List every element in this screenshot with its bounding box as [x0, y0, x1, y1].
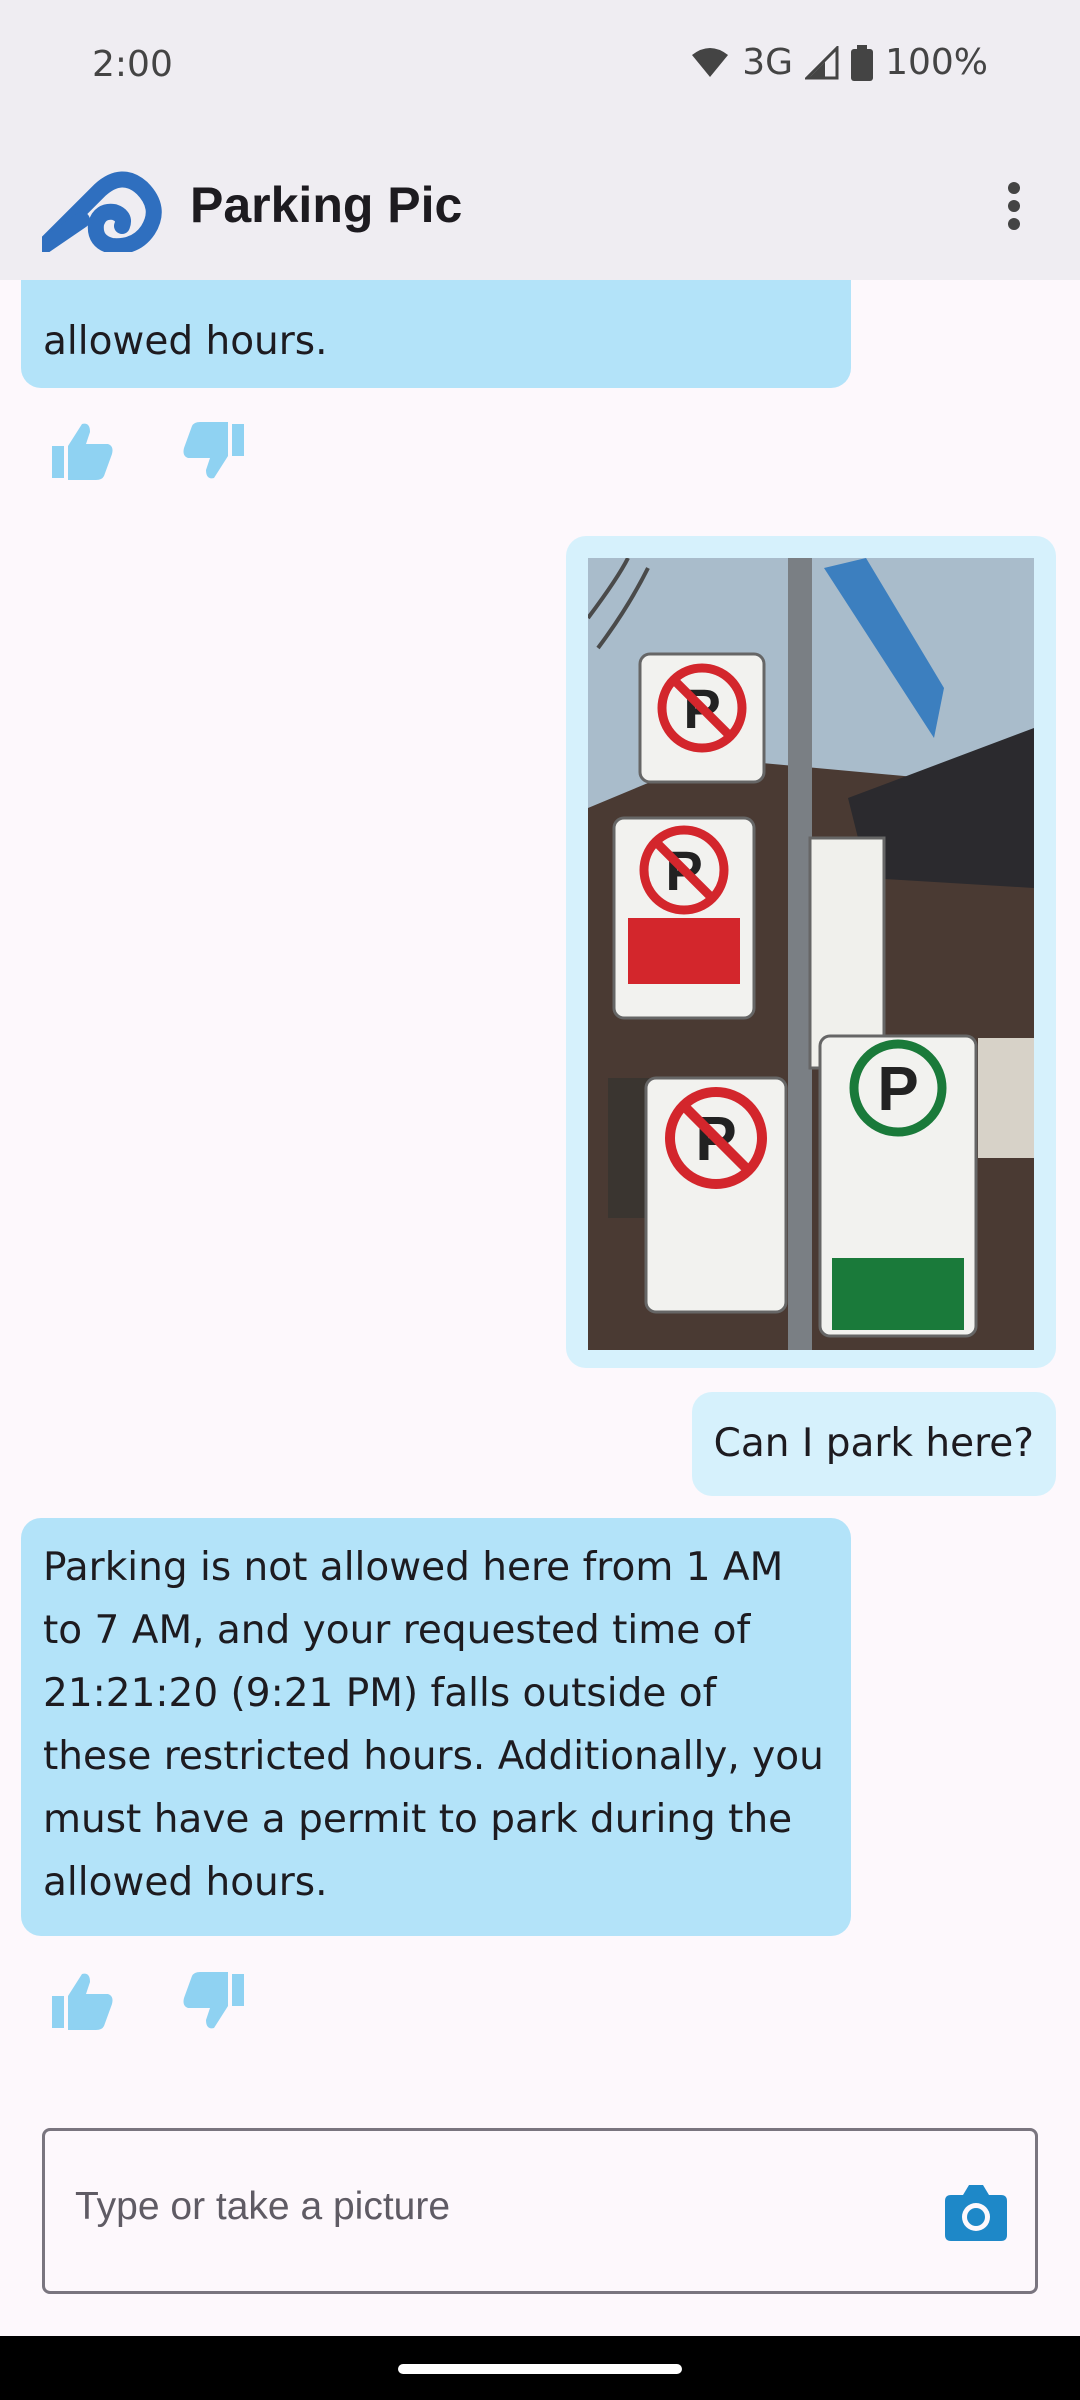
svg-text:P: P: [877, 1055, 918, 1124]
bot-message-text: allowed hours.: [43, 319, 328, 364]
parking-pic-logo-icon: [42, 171, 162, 252]
status-bar: 2:00 3G 100%: [0, 0, 1080, 132]
home-handle[interactable]: [398, 2364, 682, 2374]
user-message-text: Can I park here?: [713, 1421, 1034, 1466]
message-input[interactable]: Type or take a picture: [42, 2128, 1038, 2294]
thumb-up-button[interactable]: [48, 1966, 118, 2036]
thumb-down-button[interactable]: [178, 1966, 248, 2036]
feedback-row-previous: [48, 416, 248, 486]
wifi-icon: [692, 47, 729, 77]
app-bar: Parking Pic: [0, 132, 1080, 280]
thumb-down-icon: [183, 422, 244, 479]
status-time: 2:00: [92, 44, 173, 85]
bot-message-previous: allowed hours.: [21, 280, 851, 388]
signal-icon: [805, 45, 839, 79]
user-image-message[interactable]: P P P P: [566, 536, 1056, 1368]
network-type: 3G: [742, 42, 794, 83]
bot-message: Parking is not allowed here from 1 AM to…: [21, 1518, 851, 1936]
chat-list[interactable]: allowed hours. P Can I park here? Parkin…: [0, 280, 1080, 2100]
screen: 2:00 3G 100% Parking Pic allowed hours. …: [0, 0, 1080, 2400]
thumb-down-icon: [183, 1972, 244, 2029]
message-input-placeholder: Type or take a picture: [75, 2185, 451, 2228]
user-message: Can I park here?: [691, 1392, 1056, 1496]
camera-icon: [945, 2185, 1007, 2241]
thumb-up-icon: [52, 1973, 113, 2030]
thumb-down-button[interactable]: [178, 416, 248, 486]
navigation-bar: [0, 2336, 1080, 2400]
camera-button[interactable]: [945, 2183, 1007, 2241]
status-indicators: 3G 100%: [690, 42, 988, 83]
more-options-button[interactable]: [978, 170, 1050, 242]
thumb-up-button[interactable]: [48, 416, 118, 486]
app-title: Parking Pic: [190, 177, 463, 233]
more-vert-icon: [1008, 182, 1020, 230]
feedback-row: [48, 1966, 248, 2036]
parking-signs-photo: P P P P: [588, 558, 1034, 1350]
battery-icon: [851, 44, 874, 81]
thumb-up-icon: [52, 423, 113, 480]
battery-percent: 100%: [885, 42, 988, 83]
bot-message-text: Parking is not allowed here from 1 AM to…: [43, 1545, 824, 1905]
